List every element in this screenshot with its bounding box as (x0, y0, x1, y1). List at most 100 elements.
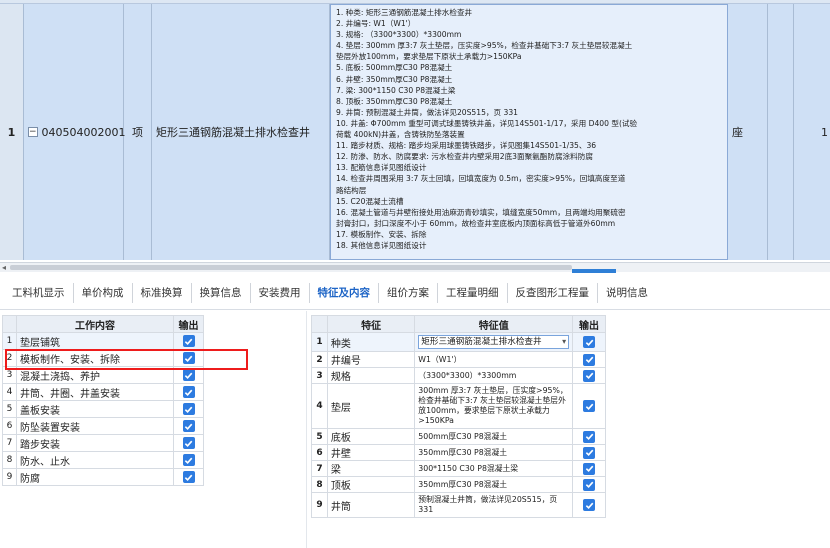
feature-row[interactable]: 7 梁 300*1150 C30 P8混凝土梁 (311, 460, 606, 477)
feature-row[interactable]: 6 井壁 350mm厚C30 P8混凝土 (311, 444, 606, 461)
feature-line: 5. 底板: 500mm厚C30 P8混凝土 (336, 63, 453, 73)
bill-name[interactable]: 矩形三通钢筋混凝土排水检查井 (152, 4, 330, 260)
feature-description-cell[interactable]: 1. 种类: 矩形三通钢筋混凝土排水检查井 2. 井编号: W1（W1'） 3. 规… (330, 4, 728, 260)
feature-list: 1. 种类: 矩形三通钢筋混凝土排水检查井 2. 井编号: W1（W1'） 3. 规… (336, 7, 722, 251)
output-checkbox[interactable] (173, 383, 204, 401)
checkbox-checked-icon[interactable] (583, 336, 596, 348)
tab-1[interactable]: 工料机显示 (4, 282, 74, 303)
panel-divider (306, 311, 307, 548)
output-checkbox[interactable] (572, 460, 606, 477)
bill-quantity-cell[interactable] (768, 4, 794, 260)
feature-value[interactable]: 300*1150 C30 P8混凝土梁 (414, 460, 574, 477)
feature-value[interactable]: 预制混凝土井筒，做法详见20S515，页 331 (414, 492, 574, 518)
feature-value-cell[interactable]: 矩形三通钢筋混凝土排水检查井 ▾ (414, 332, 574, 352)
checkbox-checked-icon[interactable] (182, 437, 195, 449)
feature-value[interactable]: 350mm厚C30 P8混凝土 (414, 476, 574, 493)
checkbox-checked-icon[interactable] (583, 430, 596, 443)
work-content-label[interactable]: 防水、止水 (16, 451, 174, 469)
output-checkbox[interactable] (572, 444, 606, 461)
feature-row[interactable]: 9 井筒 预制混凝土井筒，做法详见20S515，页 331 (311, 492, 606, 518)
checkbox-checked-icon[interactable] (583, 400, 596, 412)
feature-name: 种类 (326, 332, 416, 352)
output-checkbox[interactable] (173, 451, 204, 469)
checkbox-checked-icon[interactable] (583, 462, 596, 475)
feature-value[interactable]: （3300*3300）*3300mm (414, 367, 574, 384)
tab-3[interactable]: 标准换算 (133, 282, 192, 303)
feature-line: 17. 模板制作、安装、拆除 (336, 229, 427, 239)
output-checkbox[interactable] (572, 332, 606, 352)
feature-line: 18. 其他信息详见图纸设计 (336, 240, 427, 250)
feature-value[interactable]: 350mm厚C30 P8混凝土 (414, 444, 574, 461)
feature-value[interactable]: 500mm厚C30 P8混凝土 (414, 428, 574, 445)
checkbox-checked-icon[interactable] (182, 335, 195, 347)
feature-line: 封膏封口，封口深度不小于 60mm，故检查井室底板内顶面标高低于管道外60mm (336, 218, 616, 228)
tab-6[interactable]: 特征及内容 (310, 282, 379, 303)
output-checkbox[interactable] (173, 332, 204, 350)
feature-row[interactable]: 2 井编号 W1（W1'） (311, 351, 606, 368)
output-checkbox[interactable] (572, 492, 606, 518)
feature-row[interactable]: 4 垫层 300mm 厚3:7 灰土垫层，压实度>95%，检查井基础下3:7 灰土垫… (311, 383, 606, 429)
work-content-label[interactable]: 防坠装置安装 (16, 417, 174, 435)
tab-4[interactable]: 换算信息 (192, 282, 251, 303)
tab-10[interactable]: 说明信息 (598, 283, 656, 303)
output-checkbox[interactable] (173, 468, 204, 486)
feature-value-select[interactable]: 矩形三通钢筋混凝土排水检查井 ▾ (418, 335, 570, 349)
work-content-label[interactable]: 盖板安装 (16, 400, 174, 418)
output-checkbox[interactable] (572, 383, 606, 429)
checkbox-checked-icon[interactable] (583, 446, 596, 459)
work-content-label[interactable]: 踏步安装 (16, 434, 174, 452)
work-content-label[interactable]: 垫层铺筑 (16, 332, 174, 350)
work-content-label[interactable]: 防腐 (16, 468, 174, 486)
feature-row[interactable]: 1 种类 矩形三通钢筋混凝土排水检查井 ▾ (311, 332, 606, 352)
checkbox-checked-icon[interactable] (182, 471, 195, 483)
feature-row[interactable]: 8 顶板 350mm厚C30 P8混凝土 (311, 476, 606, 493)
work-row[interactable]: 1 垫层铺筑 (2, 332, 204, 350)
feature-name: 井筒 (326, 492, 416, 518)
work-row[interactable]: 6 防坠装置安装 (2, 417, 204, 435)
work-row[interactable]: 4 井筒、井圈、井盖安装 (2, 383, 204, 401)
tab-2[interactable]: 单价构成 (74, 282, 133, 303)
bill-row-selected[interactable]: 1 − 040504002001 项 矩形三通钢筋混凝土排水检查井 1. 种类:… (0, 4, 830, 260)
checkbox-checked-icon[interactable] (182, 420, 195, 432)
collapse-icon[interactable]: − (28, 127, 38, 137)
red-highlight-box (5, 349, 248, 370)
chevron-down-icon[interactable]: ▾ (562, 337, 566, 347)
output-checkbox[interactable] (173, 434, 204, 452)
checkbox-checked-icon[interactable] (583, 499, 596, 511)
output-checkbox[interactable] (572, 428, 606, 445)
work-row[interactable]: 7 踏步安装 (2, 434, 204, 452)
output-checkbox[interactable] (572, 351, 606, 368)
work-row[interactable]: 9 防腐 (2, 468, 204, 486)
checkbox-checked-icon[interactable] (583, 353, 596, 366)
checkbox-checked-icon[interactable] (182, 454, 195, 466)
checkbox-checked-icon[interactable] (583, 478, 596, 491)
panel-splitter[interactable] (572, 269, 616, 273)
bill-extra: 1 (821, 125, 828, 139)
work-content-label[interactable]: 井筒、井圈、井盖安装 (16, 383, 174, 401)
checkbox-checked-icon[interactable] (182, 386, 195, 398)
scrollbar-thumb[interactable] (10, 265, 572, 270)
checkbox-checked-icon[interactable] (182, 403, 195, 415)
output-checkbox[interactable] (173, 400, 204, 418)
horizontal-scrollbar[interactable]: ◂ (0, 262, 830, 272)
tab-8[interactable]: 工程量明细 (438, 282, 508, 303)
checkbox-checked-icon[interactable] (182, 369, 195, 381)
output-checkbox[interactable] (572, 476, 606, 493)
tab-5[interactable]: 安装费用 (251, 282, 310, 303)
work-row[interactable]: 5 盖板安装 (2, 400, 204, 418)
feature-value[interactable]: 300mm 厚3:7 灰土垫层，压实度>95%，检查井基础下3:7 灰土垫层较混… (414, 383, 574, 429)
tab-9[interactable]: 反查图形工程量 (508, 282, 598, 303)
feature-row[interactable]: 3 规格 （3300*3300）*3300mm (311, 367, 606, 384)
work-row[interactable]: 8 防水、止水 (2, 451, 204, 469)
feature-row[interactable]: 5 底板 500mm厚C30 P8混凝土 (311, 428, 606, 445)
row-index: 7 (2, 434, 17, 452)
tab-7[interactable]: 组价方案 (379, 282, 438, 303)
checkbox-checked-icon[interactable] (583, 369, 596, 382)
output-checkbox[interactable] (572, 367, 606, 384)
feature-name: 顶板 (326, 476, 416, 493)
feature-line: 垫层外放100mm，要求垫层下原状土承载力>150KPa (336, 52, 522, 62)
scroll-left-icon[interactable]: ◂ (2, 263, 6, 272)
feature-value[interactable]: W1（W1'） (414, 351, 574, 368)
bill-code-cell[interactable]: − 040504002001 (24, 4, 126, 260)
output-checkbox[interactable] (173, 417, 204, 435)
